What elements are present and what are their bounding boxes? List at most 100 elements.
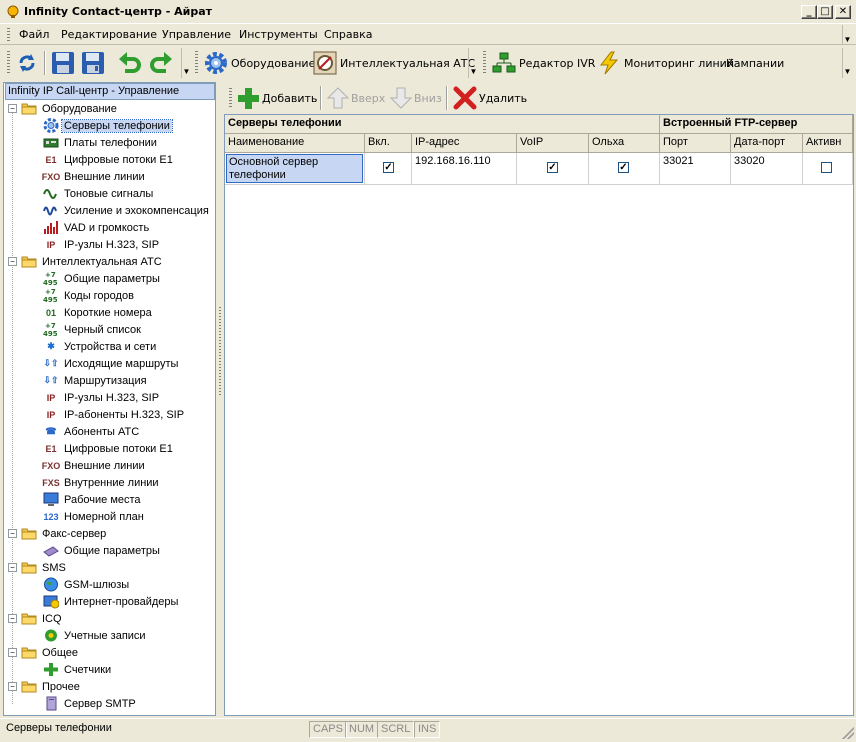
toolbar-grip[interactable] bbox=[7, 51, 10, 75]
column-header-data-port[interactable]: Дата-порт bbox=[731, 134, 803, 153]
sidebar-item[interactable]: IP IP-абоненты H.323, SIP bbox=[43, 406, 186, 423]
pbx-button[interactable]: Интеллектуальная АТС bbox=[313, 49, 475, 77]
sidebar-item[interactable]: Общие параметры bbox=[43, 542, 162, 559]
sidebar-item[interactable]: GSM-шлюзы bbox=[43, 576, 131, 593]
sidebar-item[interactable]: 123 Номерной план bbox=[43, 508, 146, 525]
column-header-enabled[interactable]: Вкл. bbox=[365, 134, 412, 153]
ftp-port-value[interactable]: 33021 bbox=[660, 153, 731, 185]
voip-checkbox[interactable]: ✓ bbox=[547, 162, 558, 173]
title-bar[interactable]: Infinity Contact-центр - Айрат _ □ ✕ bbox=[0, 0, 856, 24]
sidebar-item[interactable]: +7 495 Черный список bbox=[43, 321, 143, 338]
line-monitoring-button[interactable]: Мониторинг линий bbox=[597, 49, 734, 77]
toolbar3-grip[interactable] bbox=[483, 51, 486, 75]
sidebar-item[interactable]: VAD и громкость bbox=[43, 219, 151, 236]
maximize-button[interactable]: □ bbox=[817, 5, 833, 19]
column-header-active[interactable]: Активн bbox=[803, 134, 853, 153]
collapse-toggle-icon[interactable]: − bbox=[8, 614, 17, 623]
sidebar-item[interactable]: Сервер SMTP bbox=[43, 695, 138, 712]
table-row-name-cell[interactable]: Основной сервер телефонии bbox=[225, 153, 365, 185]
tree-group-1[interactable]: Интеллектуальная АТС bbox=[21, 253, 164, 270]
sidebar-item[interactable]: Серверы телефонии bbox=[43, 117, 173, 134]
tree-group-5[interactable]: Общее bbox=[21, 644, 80, 661]
toolbar-overflow-chevron-icon[interactable]: ▼ bbox=[181, 48, 191, 78]
tree-group-4[interactable]: ICQ bbox=[21, 610, 64, 627]
sidebar-item[interactable]: Интернет-провайдеры bbox=[43, 593, 180, 610]
column-header-olkha[interactable]: Ольха bbox=[589, 134, 660, 153]
enabled-checkbox[interactable]: ✓ bbox=[383, 162, 394, 173]
toolbar3-overflow-chevron-icon[interactable]: ▼ bbox=[842, 48, 852, 78]
sidebar-item[interactable]: Рабочие места bbox=[43, 491, 143, 508]
redo-button[interactable] bbox=[148, 49, 174, 77]
tree-group-0[interactable]: Оборудование bbox=[21, 100, 119, 117]
sidebar-item[interactable]: Счетчики bbox=[43, 661, 113, 678]
save-all-button[interactable] bbox=[81, 49, 105, 77]
sidebar-item[interactable]: IP IP-узлы H.323, SIP bbox=[43, 236, 161, 253]
menu-help[interactable]: Справка bbox=[324, 28, 372, 41]
server-ip-value[interactable]: 192.168.16.110 bbox=[412, 153, 517, 185]
collapse-toggle-icon[interactable]: − bbox=[8, 104, 17, 113]
toolbar2-grip[interactable] bbox=[195, 51, 198, 75]
table-row-olkha-cell[interactable]: ✓ bbox=[589, 153, 660, 185]
collapse-toggle-icon[interactable]: − bbox=[8, 648, 17, 657]
column-header-ip[interactable]: IP-адрес bbox=[412, 134, 517, 153]
tree-group-3[interactable]: SMS bbox=[21, 559, 68, 576]
sidebar-item[interactable]: ✱ Устройства и сети bbox=[43, 338, 158, 355]
sidebar-item[interactable]: +7 495 Коды городов bbox=[43, 287, 136, 304]
add-button[interactable]: Добавить bbox=[236, 86, 317, 110]
resize-grip-icon[interactable] bbox=[842, 727, 854, 739]
campaigns-button[interactable]: Кампании bbox=[726, 49, 784, 77]
sidebar-item[interactable]: Учетные записи bbox=[43, 627, 148, 644]
sidebar-item[interactable]: FXS Внутренние линии bbox=[42, 474, 161, 491]
tree-group-2[interactable]: Факс-сервер bbox=[21, 525, 108, 542]
refresh-button[interactable] bbox=[16, 49, 38, 77]
undo-button[interactable] bbox=[117, 49, 143, 77]
collapse-toggle-icon[interactable]: − bbox=[8, 682, 17, 691]
sidebar-item[interactable]: FXO Внешние линии bbox=[42, 168, 147, 185]
collapse-toggle-icon[interactable]: − bbox=[8, 563, 17, 572]
sidebar-item[interactable]: Тоновые сигналы bbox=[43, 185, 155, 202]
collapse-toggle-icon[interactable]: − bbox=[8, 257, 17, 266]
equipment-button[interactable]: Оборудование bbox=[204, 49, 315, 77]
move-down-button[interactable]: Вниз bbox=[390, 86, 442, 110]
tree-group-6[interactable]: Прочее bbox=[21, 678, 82, 695]
sidebar-item[interactable]: E1 Цифровые потоки E1 bbox=[43, 151, 175, 168]
ivr-tree-icon bbox=[492, 52, 516, 73]
ftp-data-port-value[interactable]: 33020 bbox=[731, 153, 803, 185]
minimize-button[interactable]: _ bbox=[801, 5, 817, 19]
sidebar-item[interactable]: Платы телефонии bbox=[43, 134, 159, 151]
close-button[interactable]: ✕ bbox=[835, 5, 851, 19]
move-up-button[interactable]: Вверх bbox=[327, 86, 385, 110]
ivr-editor-button[interactable]: Редактор IVR bbox=[492, 49, 595, 77]
sidebar-item[interactable]: ⇩⇧ Исходящие маршруты bbox=[43, 355, 180, 372]
active-checkbox[interactable] bbox=[821, 162, 832, 173]
table-row-enabled-cell[interactable]: ✓ bbox=[365, 153, 412, 185]
column-header-voip[interactable]: VoIP bbox=[517, 134, 589, 153]
column-header-name[interactable]: Наименование bbox=[225, 134, 365, 153]
menu-grip[interactable] bbox=[7, 28, 10, 42]
table-row-voip-cell[interactable]: ✓ bbox=[517, 153, 589, 185]
collapse-toggle-icon[interactable]: − bbox=[8, 529, 17, 538]
sidebar-item[interactable]: +7 495 Общие параметры bbox=[43, 270, 162, 287]
table-row-active-cell[interactable] bbox=[803, 153, 853, 185]
column-header-port[interactable]: Порт bbox=[660, 134, 731, 153]
sidebar-item[interactable]: IP IP-узлы H.323, SIP bbox=[43, 389, 161, 406]
grid-toolbar-grip[interactable] bbox=[229, 88, 232, 108]
menu-overflow-chevron-icon[interactable]: ▼ bbox=[842, 25, 852, 45]
menu-file[interactable]: Файл bbox=[19, 28, 49, 41]
sidebar-item[interactable]: Усиление и эхокомпенсация bbox=[43, 202, 211, 219]
menu-tools[interactable]: Инструменты bbox=[239, 28, 318, 41]
toolbar2-overflow-chevron-icon[interactable]: ▼ bbox=[468, 48, 478, 78]
save-button[interactable] bbox=[51, 49, 75, 77]
sidebar-item[interactable]: 01 Короткие номера bbox=[43, 304, 154, 321]
menu-edit[interactable]: Редактирование bbox=[61, 28, 157, 41]
sidebar-item[interactable]: E1 Цифровые потоки E1 bbox=[43, 440, 175, 457]
menu-manage[interactable]: Управление bbox=[162, 28, 231, 41]
navigation-tree[interactable]: Infinity IP Call-центр - Управление − Обо… bbox=[3, 82, 216, 716]
olkha-checkbox[interactable]: ✓ bbox=[618, 162, 629, 173]
sidebar-item[interactable]: ⇩⇧ Маршрутизация bbox=[43, 372, 149, 389]
telephony-servers-grid[interactable]: Серверы телефонии Встроенный FTP-сервер … bbox=[224, 114, 854, 716]
delete-button[interactable]: Удалить bbox=[453, 86, 527, 110]
sidebar-item[interactable]: ☎ Абоненты АТС bbox=[43, 423, 141, 440]
sidebar-item[interactable]: FXO Внешние линии bbox=[42, 457, 147, 474]
arrow-up-icon bbox=[327, 87, 349, 109]
